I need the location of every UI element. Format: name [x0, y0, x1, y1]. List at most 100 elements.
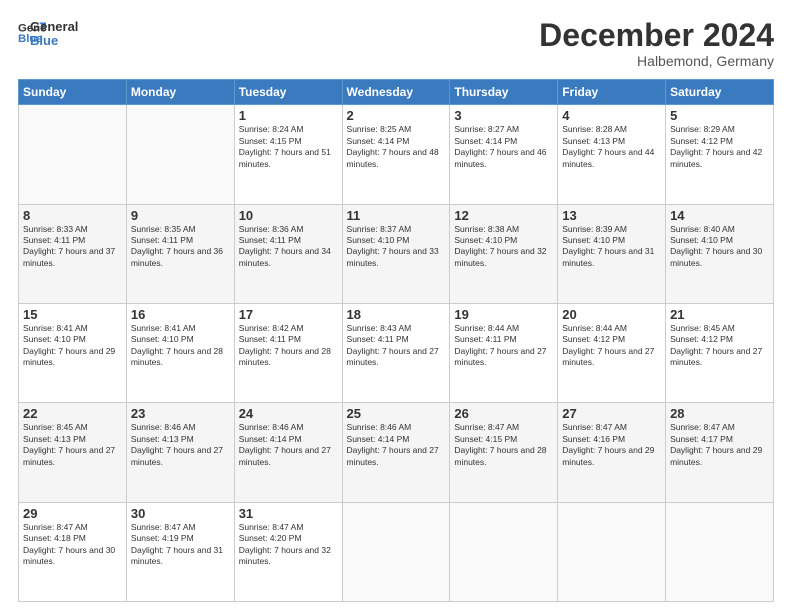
day-number: 2	[347, 108, 446, 123]
cell-content: Sunrise: 8:47 AMSunset: 4:17 PMDaylight:…	[670, 422, 769, 468]
table-row: 15 Sunrise: 8:41 AMSunset: 4:10 PMDaylig…	[19, 303, 127, 402]
cell-content: Sunrise: 8:37 AMSunset: 4:10 PMDaylight:…	[347, 224, 446, 270]
day-number: 21	[670, 307, 769, 322]
calendar-title: December 2024	[539, 18, 774, 53]
day-number: 13	[562, 208, 661, 223]
day-number: 28	[670, 406, 769, 421]
day-number: 11	[347, 208, 446, 223]
table-row: 1 Sunrise: 8:24 AMSunset: 4:15 PMDayligh…	[234, 105, 342, 204]
day-number: 12	[454, 208, 553, 223]
cell-content: Sunrise: 8:47 AMSunset: 4:18 PMDaylight:…	[23, 522, 122, 568]
day-number: 20	[562, 307, 661, 322]
table-row: 13 Sunrise: 8:39 AMSunset: 4:10 PMDaylig…	[558, 204, 666, 303]
table-row: 10 Sunrise: 8:36 AMSunset: 4:11 PMDaylig…	[234, 204, 342, 303]
header-tuesday: Tuesday	[234, 80, 342, 105]
table-row: 23 Sunrise: 8:46 AMSunset: 4:13 PMDaylig…	[126, 403, 234, 502]
table-row	[126, 105, 234, 204]
table-row: 21 Sunrise: 8:45 AMSunset: 4:12 PMDaylig…	[666, 303, 774, 402]
day-number: 22	[23, 406, 122, 421]
cell-content: Sunrise: 8:41 AMSunset: 4:10 PMDaylight:…	[23, 323, 122, 369]
header-wednesday: Wednesday	[342, 80, 450, 105]
day-number: 26	[454, 406, 553, 421]
day-number: 31	[239, 506, 338, 521]
cell-content: Sunrise: 8:47 AMSunset: 4:16 PMDaylight:…	[562, 422, 661, 468]
day-number: 4	[562, 108, 661, 123]
table-row	[450, 502, 558, 601]
calendar-week-3: 22 Sunrise: 8:45 AMSunset: 4:13 PMDaylig…	[19, 403, 774, 502]
calendar-page: General Blue General Blue December 2024 …	[0, 0, 792, 612]
day-number: 14	[670, 208, 769, 223]
table-row: 16 Sunrise: 8:41 AMSunset: 4:10 PMDaylig…	[126, 303, 234, 402]
cell-content: Sunrise: 8:33 AMSunset: 4:11 PMDaylight:…	[23, 224, 122, 270]
header-sunday: Sunday	[19, 80, 127, 105]
table-row: 26 Sunrise: 8:47 AMSunset: 4:15 PMDaylig…	[450, 403, 558, 502]
day-number: 15	[23, 307, 122, 322]
table-row: 19 Sunrise: 8:44 AMSunset: 4:11 PMDaylig…	[450, 303, 558, 402]
cell-content: Sunrise: 8:36 AMSunset: 4:11 PMDaylight:…	[239, 224, 338, 270]
cell-content: Sunrise: 8:27 AMSunset: 4:14 PMDaylight:…	[454, 124, 553, 170]
logo-line2: Blue	[30, 34, 78, 48]
table-row: 8 Sunrise: 8:33 AMSunset: 4:11 PMDayligh…	[19, 204, 127, 303]
day-number: 16	[131, 307, 230, 322]
day-number: 3	[454, 108, 553, 123]
day-number: 25	[347, 406, 446, 421]
cell-content: Sunrise: 8:44 AMSunset: 4:12 PMDaylight:…	[562, 323, 661, 369]
table-row	[19, 105, 127, 204]
day-number: 9	[131, 208, 230, 223]
calendar-week-2: 15 Sunrise: 8:41 AMSunset: 4:10 PMDaylig…	[19, 303, 774, 402]
header-monday: Monday	[126, 80, 234, 105]
table-row: 5 Sunrise: 8:29 AMSunset: 4:12 PMDayligh…	[666, 105, 774, 204]
day-number: 10	[239, 208, 338, 223]
day-number: 18	[347, 307, 446, 322]
calendar-header: Sunday Monday Tuesday Wednesday Thursday…	[19, 80, 774, 105]
cell-content: Sunrise: 8:25 AMSunset: 4:14 PMDaylight:…	[347, 124, 446, 170]
cell-content: Sunrise: 8:39 AMSunset: 4:10 PMDaylight:…	[562, 224, 661, 270]
calendar-body: 1 Sunrise: 8:24 AMSunset: 4:15 PMDayligh…	[19, 105, 774, 602]
cell-content: Sunrise: 8:41 AMSunset: 4:10 PMDaylight:…	[131, 323, 230, 369]
calendar-week-0: 1 Sunrise: 8:24 AMSunset: 4:15 PMDayligh…	[19, 105, 774, 204]
cell-content: Sunrise: 8:46 AMSunset: 4:13 PMDaylight:…	[131, 422, 230, 468]
calendar-subtitle: Halbemond, Germany	[539, 53, 774, 69]
cell-content: Sunrise: 8:47 AMSunset: 4:19 PMDaylight:…	[131, 522, 230, 568]
page-header: General Blue General Blue December 2024 …	[18, 18, 774, 69]
cell-content: Sunrise: 8:29 AMSunset: 4:12 PMDaylight:…	[670, 124, 769, 170]
calendar-week-1: 8 Sunrise: 8:33 AMSunset: 4:11 PMDayligh…	[19, 204, 774, 303]
table-row: 27 Sunrise: 8:47 AMSunset: 4:16 PMDaylig…	[558, 403, 666, 502]
cell-content: Sunrise: 8:46 AMSunset: 4:14 PMDaylight:…	[239, 422, 338, 468]
day-number: 17	[239, 307, 338, 322]
cell-content: Sunrise: 8:46 AMSunset: 4:14 PMDaylight:…	[347, 422, 446, 468]
table-row: 22 Sunrise: 8:45 AMSunset: 4:13 PMDaylig…	[19, 403, 127, 502]
table-row: 18 Sunrise: 8:43 AMSunset: 4:11 PMDaylig…	[342, 303, 450, 402]
cell-content: Sunrise: 8:45 AMSunset: 4:12 PMDaylight:…	[670, 323, 769, 369]
day-number: 24	[239, 406, 338, 421]
table-row: 29 Sunrise: 8:47 AMSunset: 4:18 PMDaylig…	[19, 502, 127, 601]
table-row	[666, 502, 774, 601]
cell-content: Sunrise: 8:28 AMSunset: 4:13 PMDaylight:…	[562, 124, 661, 170]
day-number: 27	[562, 406, 661, 421]
table-row: 28 Sunrise: 8:47 AMSunset: 4:17 PMDaylig…	[666, 403, 774, 502]
table-row: 2 Sunrise: 8:25 AMSunset: 4:14 PMDayligh…	[342, 105, 450, 204]
header-saturday: Saturday	[666, 80, 774, 105]
table-row: 3 Sunrise: 8:27 AMSunset: 4:14 PMDayligh…	[450, 105, 558, 204]
day-number: 23	[131, 406, 230, 421]
table-row: 12 Sunrise: 8:38 AMSunset: 4:10 PMDaylig…	[450, 204, 558, 303]
cell-content: Sunrise: 8:44 AMSunset: 4:11 PMDaylight:…	[454, 323, 553, 369]
day-number: 29	[23, 506, 122, 521]
header-thursday: Thursday	[450, 80, 558, 105]
logo-line1: General	[30, 20, 78, 34]
table-row: 31 Sunrise: 8:47 AMSunset: 4:20 PMDaylig…	[234, 502, 342, 601]
cell-content: Sunrise: 8:47 AMSunset: 4:20 PMDaylight:…	[239, 522, 338, 568]
header-friday: Friday	[558, 80, 666, 105]
day-number: 1	[239, 108, 338, 123]
day-number: 19	[454, 307, 553, 322]
table-row: 25 Sunrise: 8:46 AMSunset: 4:14 PMDaylig…	[342, 403, 450, 502]
day-number: 8	[23, 208, 122, 223]
day-number: 30	[131, 506, 230, 521]
calendar-table: Sunday Monday Tuesday Wednesday Thursday…	[18, 79, 774, 602]
table-row	[558, 502, 666, 601]
cell-content: Sunrise: 8:42 AMSunset: 4:11 PMDaylight:…	[239, 323, 338, 369]
header-row: Sunday Monday Tuesday Wednesday Thursday…	[19, 80, 774, 105]
table-row: 14 Sunrise: 8:40 AMSunset: 4:10 PMDaylig…	[666, 204, 774, 303]
table-row: 11 Sunrise: 8:37 AMSunset: 4:10 PMDaylig…	[342, 204, 450, 303]
day-number: 5	[670, 108, 769, 123]
